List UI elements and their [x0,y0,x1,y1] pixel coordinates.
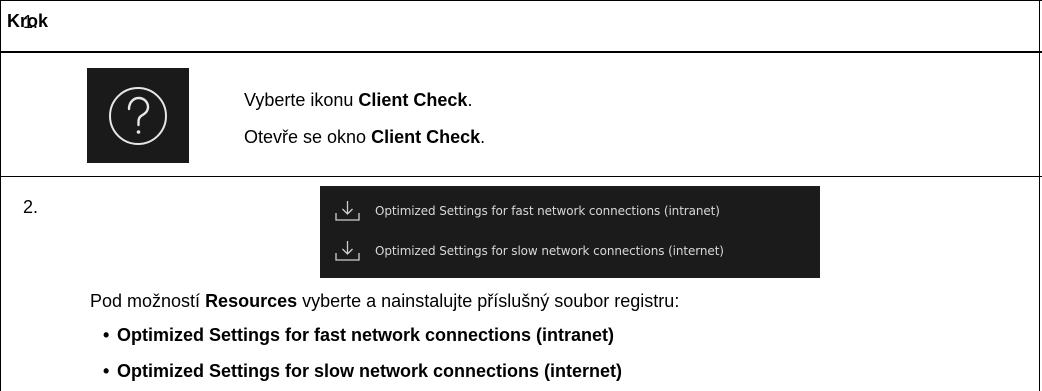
download-icon [335,241,360,261]
resource-item-label: Optimized Settings for slow network conn… [375,244,724,258]
resource-item-label: Optimized Settings for fast network conn… [375,204,720,218]
client-check-icon-image [87,68,189,163]
step-number-1: 1. [23,12,39,32]
resource-item-fast[interactable]: Optimized Settings for fast network conn… [320,193,820,229]
step-1-line-2: Otevře se okno Client Check. [244,127,486,147]
step-number-2: 2. [23,197,39,217]
resource-item-slow[interactable]: Optimized Settings for slow network conn… [320,233,820,269]
bullet-item-slow: • Optimized Settings for slow network con… [103,361,623,381]
download-icon [335,201,360,221]
step-2-instruction: Pod možností Resources vyberte a nainsta… [90,291,680,311]
resources-screenshot: Optimized Settings for fast network conn… [320,186,820,278]
step-1-line-1: Vyberte ikonu Client Check. [244,90,473,110]
help-question-circle-icon [109,87,167,145]
bullet-item-fast: • Optimized Settings for fast network con… [103,325,615,345]
table-header: Krok [0,0,1042,53]
